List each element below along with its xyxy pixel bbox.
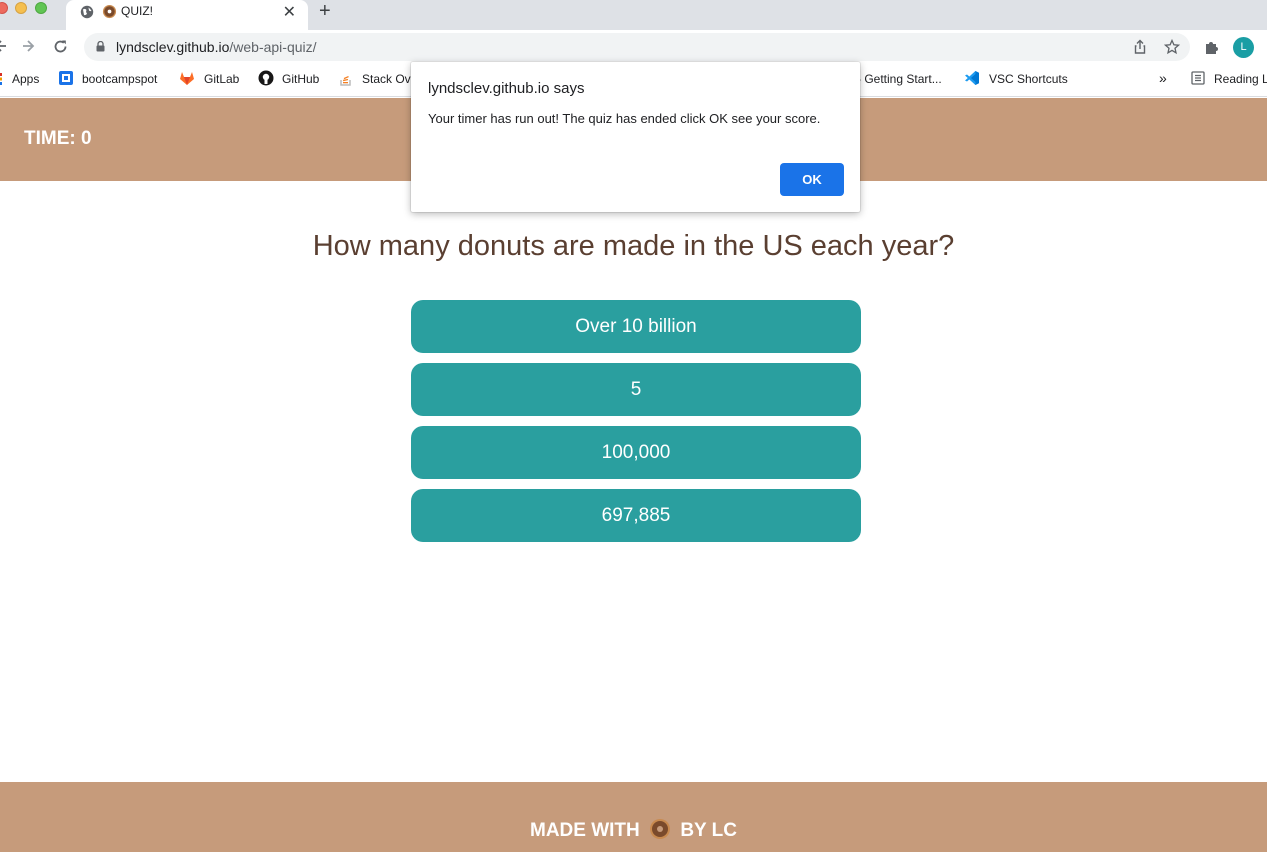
url-path: /web-api-quiz/ [229,39,317,55]
bookmark-vsc-shortcuts[interactable]: VSC Shortcuts [989,72,1068,86]
url-text: lyndsclev.github.io/web-api-quiz/ [116,39,317,55]
bookmark-getting-started[interactable]: - Getting Start... [857,72,942,86]
ok-button[interactable]: OK [780,163,844,196]
bookmark-gitlab[interactable]: GitLab [204,72,239,86]
vscode-icon [965,71,979,85]
footer-credit: MADE WITH BY LC [0,818,1267,842]
dialog-message: Your timer has run out! The quiz has end… [428,111,821,126]
footer-text-after: BY LC [680,820,737,841]
bookmark-star-icon[interactable] [1164,39,1180,55]
answer-button-3[interactable]: 100,000 [411,426,861,479]
stackoverflow-icon [340,75,351,86]
dialog-title: lyndsclev.github.io says [428,80,585,97]
footer-text-before: MADE WITH [530,820,640,841]
page-footer: MADE WITH BY LC [0,782,1267,852]
share-icon[interactable] [1132,39,1148,55]
apps-grid-icon [0,73,2,85]
window-zoom-button[interactable] [35,2,47,14]
tab-title: QUIZ! [121,4,153,18]
extensions-puzzle-icon[interactable] [1203,38,1221,56]
answer-button-4[interactable]: 697,885 [411,489,861,542]
window-minimize-button[interactable] [15,2,27,14]
bookmark-bootcampspot[interactable]: bootcampspot [82,72,157,86]
donut-icon [102,4,117,19]
bootcampspot-icon [59,71,73,85]
browser-tab-strip: QUIZ! ✕ + [0,0,1267,30]
browser-tab-quiz[interactable]: QUIZ! ✕ [66,0,308,30]
alert-dialog: lyndsclev.github.io says Your timer has … [411,62,860,212]
answer-button-2[interactable]: 5 [411,363,861,416]
tab-close-icon[interactable]: ✕ [283,2,296,22]
question-text: How many donuts are made in the US each … [312,230,955,262]
donut-icon [650,819,671,839]
globe-icon [80,5,94,19]
reload-icon[interactable] [53,39,68,54]
reading-list-button[interactable]: Reading L [1214,72,1267,86]
gitlab-icon [180,72,194,85]
bookmarks-overflow-button[interactable]: » [1159,70,1167,86]
answer-button-1[interactable]: Over 10 billion [411,300,861,353]
new-tab-button[interactable]: + [319,1,331,21]
back-arrow-icon[interactable] [0,39,8,53]
bookmark-stackoverflow[interactable]: Stack Ov [362,72,411,86]
lock-icon[interactable] [96,41,105,52]
reading-list-icon [1191,71,1205,85]
forward-arrow-icon[interactable] [21,39,35,53]
window-close-button[interactable] [0,2,8,14]
profile-avatar[interactable]: L [1233,37,1254,58]
address-bar[interactable]: lyndsclev.github.io/web-api-quiz/ [84,33,1190,61]
timer-display: TIME: 0 [24,128,92,149]
bookmark-apps[interactable]: Apps [12,72,39,86]
bookmark-github[interactable]: GitHub [282,72,319,86]
url-host: lyndsclev.github.io [116,39,230,55]
browser-toolbar: lyndsclev.github.io/web-api-quiz/ L [0,30,1267,64]
github-icon [258,70,274,86]
